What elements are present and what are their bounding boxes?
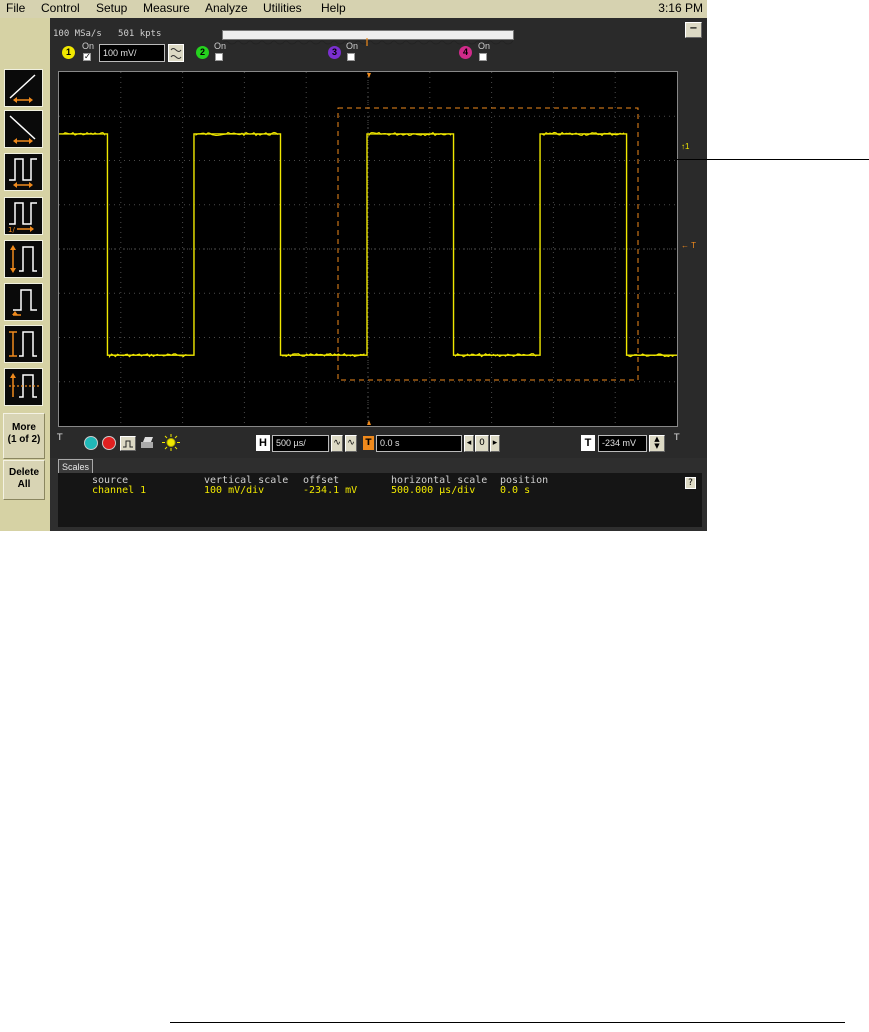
channel-4-on-label: On bbox=[478, 41, 491, 51]
channel-3-badge[interactable]: 3 bbox=[328, 46, 341, 59]
channel-1-ground-marker[interactable]: ↑1 bbox=[681, 142, 689, 151]
trigger-level-field[interactable]: -234 mV bbox=[598, 435, 647, 452]
print-button[interactable] bbox=[139, 436, 155, 451]
rise-time-button[interactable] bbox=[4, 69, 43, 107]
channel-1-scale-field[interactable]: 100 mV/ bbox=[99, 44, 165, 62]
trigger-level-stepper[interactable]: ▲ ▼ bbox=[649, 435, 665, 452]
single-icon bbox=[123, 440, 133, 448]
channel-1-checkbox[interactable]: ✓ bbox=[83, 53, 91, 61]
trigger-level-marker-label: T bbox=[691, 241, 696, 250]
menu-help[interactable]: Help bbox=[321, 1, 346, 15]
oscilloscope-app: File Control Setup Measure Analyze Utili… bbox=[0, 0, 707, 531]
frequency-icon: 1/ bbox=[8, 202, 37, 234]
footer-rule bbox=[170, 1022, 845, 1023]
delay-right-button[interactable]: ▸ bbox=[490, 435, 500, 452]
vamp-icon bbox=[9, 331, 37, 357]
display-brightness-button[interactable] bbox=[162, 434, 180, 451]
minimize-button[interactable]: − bbox=[685, 22, 702, 38]
channel-1-on-label: On bbox=[82, 41, 95, 51]
menu-measure[interactable]: Measure bbox=[143, 1, 190, 15]
channel-3-checkbox[interactable] bbox=[347, 53, 355, 61]
delay-zero-button[interactable]: 0 bbox=[475, 435, 489, 452]
vavg-button[interactable] bbox=[4, 368, 43, 406]
scope-screen: 100 MSa/s 501 kpts − 1 On ✓ 100 mV/ 2 On… bbox=[50, 18, 707, 531]
measurement-area: Scales source vertical scale offset hori… bbox=[50, 458, 707, 531]
more-label: More bbox=[12, 422, 36, 433]
trace-noise-segment bbox=[108, 353, 192, 359]
memory-depth: 501 kpts bbox=[118, 29, 162, 39]
sample-rate: 100 MSa/s bbox=[53, 29, 102, 39]
delay-left-button[interactable]: ◂ bbox=[464, 435, 474, 452]
vavg-icon bbox=[9, 373, 39, 398]
horizontal-delay-field[interactable]: 0.0 s bbox=[376, 435, 462, 452]
waveform-graticule bbox=[59, 72, 677, 426]
trigger-source-marker: T bbox=[674, 433, 680, 443]
waveform-display[interactable] bbox=[58, 71, 678, 427]
fall-time-button[interactable] bbox=[4, 110, 43, 148]
menu-utilities[interactable]: Utilities bbox=[263, 1, 302, 15]
trigger-level-marker[interactable]: ← T bbox=[681, 241, 696, 250]
channel-2-on-label: On bbox=[214, 41, 227, 51]
tab-scales[interactable]: Scales bbox=[58, 459, 93, 474]
ac-coupling-icon bbox=[170, 48, 182, 59]
waveform-overview-bar[interactable] bbox=[222, 30, 518, 46]
channel-1-coupling-button[interactable] bbox=[168, 44, 184, 62]
scales-panel: source vertical scale offset horizontal … bbox=[58, 473, 702, 527]
channel-1-ground-marker-label: 1 bbox=[685, 142, 690, 151]
channel-4-badge[interactable]: 4 bbox=[459, 46, 472, 59]
fall-time-icon bbox=[9, 115, 36, 144]
channel-3-on-label: On bbox=[346, 41, 359, 51]
horizontal-scale-value: 500.000 µs/div bbox=[391, 485, 476, 496]
delete-label: Delete bbox=[8, 467, 39, 478]
delete-all-label: All bbox=[17, 479, 31, 490]
sun-icon bbox=[162, 434, 180, 451]
horizontal-tag: H bbox=[256, 435, 270, 451]
vertical-scale-value: 100 mV/div bbox=[204, 485, 265, 496]
vpp-button[interactable] bbox=[4, 240, 43, 278]
source-value: channel 1 bbox=[92, 485, 147, 496]
help-button[interactable]: ? bbox=[685, 477, 696, 489]
callout-line bbox=[643, 159, 869, 160]
horizontal-scale-fine-button[interactable]: ∿ bbox=[331, 435, 343, 452]
period-button[interactable] bbox=[4, 153, 43, 191]
channel-1-badge[interactable]: 1 bbox=[62, 46, 75, 59]
acquisition-status: 100 MSa/s 501 kpts bbox=[53, 29, 161, 39]
vmin-button[interactable] bbox=[4, 283, 43, 321]
zoom-selection-box bbox=[337, 107, 639, 381]
clock: 3:16 PM bbox=[658, 1, 703, 15]
trigger-edge-marker: T bbox=[57, 433, 63, 443]
horizontal-position-tag: T bbox=[363, 436, 374, 450]
channel-2-checkbox[interactable] bbox=[215, 53, 223, 61]
trigger-tag: T bbox=[581, 435, 595, 451]
autoscale-button[interactable] bbox=[84, 436, 98, 450]
printer-icon bbox=[141, 437, 153, 448]
single-acquisition-button[interactable] bbox=[120, 436, 136, 451]
frequency-button[interactable]: 1/ bbox=[4, 197, 43, 235]
measurement-toolbar: 1/ More (1 of 2) Delete All bbox=[0, 18, 50, 531]
vpp-icon bbox=[10, 245, 37, 273]
control-bar: T H 500 µs/ ∿ ∿ T 0.0 s ◂ 0 ▸ T -234 mV … bbox=[50, 431, 707, 457]
position-value: 0.0 s bbox=[500, 485, 531, 496]
menu-analyze[interactable]: Analyze bbox=[205, 1, 248, 15]
menu-setup[interactable]: Setup bbox=[96, 1, 127, 15]
more-button[interactable]: More (1 of 2) bbox=[3, 413, 45, 459]
graticule-grid bbox=[59, 72, 677, 426]
horizontal-scale-field[interactable]: 500 µs/ bbox=[272, 435, 329, 452]
delete-all-button[interactable]: Delete All bbox=[3, 460, 45, 500]
vamp-button[interactable] bbox=[4, 325, 43, 363]
overview-waveform bbox=[222, 38, 518, 46]
menu-bar: File Control Setup Measure Analyze Utili… bbox=[0, 0, 707, 18]
offset-value: -234.1 mV bbox=[303, 485, 358, 496]
period-icon bbox=[9, 158, 37, 188]
more-page-label: (1 of 2) bbox=[7, 434, 41, 445]
menu-file[interactable]: File bbox=[6, 1, 25, 15]
svg-text:1/: 1/ bbox=[8, 226, 15, 234]
horizontal-scale-coarse-button[interactable]: ∿ bbox=[345, 435, 357, 452]
channel-4-checkbox[interactable] bbox=[479, 53, 487, 61]
rise-time-icon bbox=[9, 74, 36, 103]
run-stop-button[interactable] bbox=[102, 436, 116, 450]
vmin-icon bbox=[12, 289, 37, 316]
menu-control[interactable]: Control bbox=[41, 1, 80, 15]
channel-2-badge[interactable]: 2 bbox=[196, 46, 209, 59]
